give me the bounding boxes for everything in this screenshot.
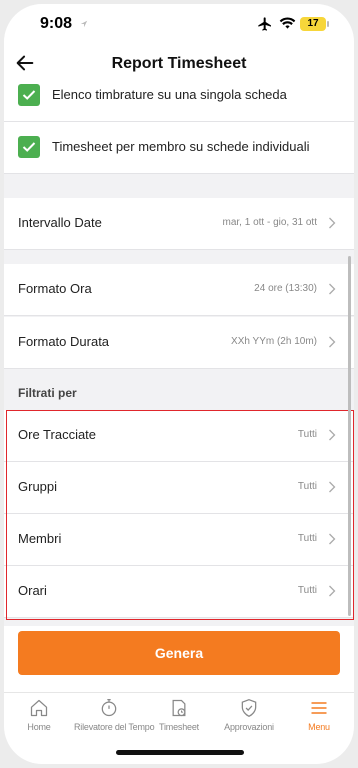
generate-button[interactable]: Genera [18,631,340,675]
filter-value: Tutti [297,429,317,440]
wifi-icon [279,17,296,29]
tab-time-tracker[interactable]: Rilevatore del Tempo [74,698,155,732]
tab-label: Rilevatore del Tempo [74,722,155,732]
chevron-right-icon [329,429,336,441]
time-format-label: Formato Ora [18,281,92,296]
filter-groups[interactable]: Gruppi Tutti [4,462,354,514]
chevron-right-icon [329,336,336,348]
footer: Genera Home Rilevatore del Tempo Timeshe… [4,626,354,764]
date-range-row[interactable]: Intervallo Date mar, 1 ott - gio, 31 ott [4,198,354,250]
shield-check-icon [241,698,257,718]
filter-members[interactable]: Membri Tutti [4,514,354,566]
chevron-right-icon [329,481,336,493]
chevron-right-icon [329,217,336,229]
date-range-label: Intervallo Date [18,215,102,230]
filters-heading: Filtrati per [18,386,77,400]
location-icon [80,20,88,28]
tab-label: Timesheet [159,722,199,732]
phone-screen: 9:08 17 Report Timesheet Elenco timbratu… [4,4,354,764]
chevron-right-icon [329,283,336,295]
duration-format-value: XXh YYm (2h 10m) [231,336,317,347]
time-format-row[interactable]: Formato Ora 24 ore (13:30) [4,264,354,316]
checkmark-icon [22,90,36,100]
option-label: Timesheet per membro su schede individua… [52,139,310,154]
stopwatch-icon [101,699,117,717]
tabbar-divider [4,692,354,693]
airplane-icon [258,17,271,31]
filter-label: Ore Tracciate [18,427,97,442]
duration-format-row[interactable]: Formato Durata XXh YYm (2h 10m) [4,317,354,369]
page-title: Report Timesheet [111,55,247,72]
option-individual-sheets[interactable]: Timesheet per membro su schede individua… [4,122,354,174]
menu-icon [311,702,327,714]
timesheet-icon [172,699,186,717]
filter-value: Tutti [297,533,317,544]
option-single-sheet[interactable]: Elenco timbrature su una singola scheda [4,80,354,122]
filter-value: Tutti [297,585,317,596]
duration-format-label: Formato Durata [18,334,110,349]
home-icon [30,699,48,717]
report-settings: Elenco timbrature su una singola scheda … [4,80,354,626]
tab-approvals[interactable]: Approvazioni [214,698,284,732]
home-indicator [116,750,244,755]
battery-indicator: 17 [300,17,329,31]
checkmark-icon [22,142,36,152]
status-time: 9:08 [40,15,73,32]
tab-home[interactable]: Home [4,698,74,732]
tab-menu[interactable]: Menu [284,698,354,732]
date-range-value: mar, 1 ott - gio, 31 ott [222,217,318,228]
filter-schedules[interactable]: Orari Tutti [4,566,354,618]
status-bar: 9:08 17 [4,4,354,46]
chevron-right-icon [329,585,336,597]
tab-label: Approvazioni [224,722,274,732]
checkbox-checked[interactable] [18,136,40,158]
nav-bar: Report Timesheet [4,46,354,80]
time-format-value: 24 ore (13:30) [254,283,317,294]
scrollbar[interactable] [348,256,351,616]
checkbox-checked[interactable] [18,84,40,106]
filter-tracked-hours[interactable]: Ore Tracciate Tutti [4,410,354,462]
filter-label: Gruppi [18,479,58,494]
filter-label: Orari [18,583,47,598]
chevron-right-icon [329,533,336,545]
tab-label: Home [27,722,51,732]
option-label: Elenco timbrature su una singola scheda [52,87,287,102]
filter-label: Membri [18,531,62,546]
tab-label: Menu [308,722,330,732]
tab-timesheet[interactable]: Timesheet [144,698,214,732]
filter-value: Tutti [297,481,317,492]
